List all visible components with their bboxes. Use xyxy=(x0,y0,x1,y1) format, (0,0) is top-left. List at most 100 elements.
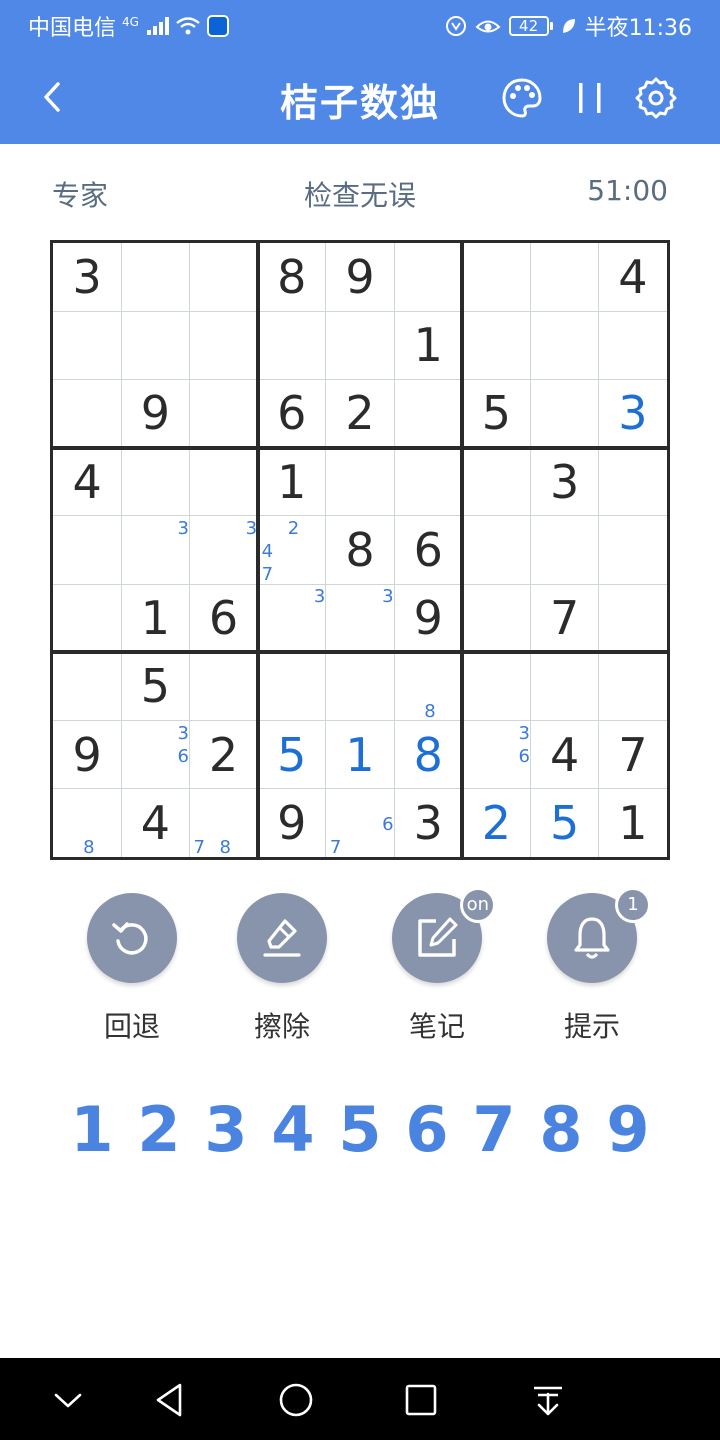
sudoku-cell-r6c2[interactable]: 1 xyxy=(121,584,189,652)
sudoku-cell-r9c3[interactable]: 78 xyxy=(189,789,257,857)
sudoku-cell-r9c1[interactable]: 8 xyxy=(53,789,121,857)
notes-circle[interactable]: on xyxy=(392,887,496,983)
sudoku-cell-r9c8[interactable]: 5 xyxy=(531,789,599,857)
sudoku-cell-r6c5[interactable]: 3 xyxy=(326,584,394,652)
sudoku-cell-r5c4[interactable]: 247 xyxy=(258,516,326,584)
sudoku-cell-r7c7[interactable] xyxy=(462,652,530,720)
sudoku-cell-r6c7[interactable] xyxy=(462,584,530,652)
number-key-7[interactable]: 7 xyxy=(464,1092,524,1168)
sudoku-cell-r3c7[interactable]: 5 xyxy=(462,379,530,447)
gear-icon[interactable] xyxy=(634,76,678,120)
nav-back-icon[interactable] xyxy=(150,1380,190,1420)
sudoku-cell-r4c7[interactable] xyxy=(462,448,530,516)
sudoku-cell-r1c9[interactable]: 4 xyxy=(599,243,667,311)
sudoku-cell-r5c2[interactable]: 3 xyxy=(121,516,189,584)
sudoku-cell-r1c7[interactable] xyxy=(462,243,530,311)
sudoku-cell-r1c8[interactable] xyxy=(531,243,599,311)
sudoku-cell-r1c3[interactable] xyxy=(189,243,257,311)
number-key-4[interactable]: 4 xyxy=(263,1092,323,1168)
hint-circle[interactable]: 1 xyxy=(547,887,651,983)
sudoku-cell-r6c3[interactable]: 6 xyxy=(189,584,257,652)
sudoku-cell-r4c4[interactable]: 1 xyxy=(258,448,326,516)
sudoku-cell-r9c6[interactable]: 3 xyxy=(394,789,462,857)
sudoku-cell-r6c4[interactable]: 3 xyxy=(258,584,326,652)
number-key-1[interactable]: 1 xyxy=(62,1092,122,1168)
number-key-6[interactable]: 6 xyxy=(397,1092,457,1168)
sudoku-cell-r1c5[interactable]: 9 xyxy=(326,243,394,311)
sudoku-cell-r1c1[interactable]: 3 xyxy=(53,243,121,311)
notification-pulldown-icon[interactable] xyxy=(528,1380,568,1420)
sudoku-cell-r3c5[interactable]: 2 xyxy=(326,379,394,447)
sudoku-cell-r1c4[interactable]: 8 xyxy=(258,243,326,311)
sudoku-cell-r7c1[interactable] xyxy=(53,652,121,720)
sudoku-cell-r7c6[interactable]: 8 xyxy=(394,652,462,720)
undo-circle[interactable] xyxy=(87,893,177,983)
sudoku-cell-r5c6[interactable]: 6 xyxy=(394,516,462,584)
sudoku-cell-r4c8[interactable]: 3 xyxy=(531,448,599,516)
undo-button[interactable]: 回退 xyxy=(82,893,182,1045)
sudoku-cell-r5c7[interactable] xyxy=(462,516,530,584)
sudoku-cell-r9c7[interactable]: 2 xyxy=(462,789,530,857)
sudoku-cell-r2c7[interactable] xyxy=(462,311,530,379)
sudoku-cell-r5c8[interactable] xyxy=(531,516,599,584)
chevron-down-icon[interactable] xyxy=(48,1380,88,1420)
sudoku-cell-r9c2[interactable]: 4 xyxy=(121,789,189,857)
sudoku-cell-r9c5[interactable]: 76 xyxy=(326,789,394,857)
nav-recents-icon[interactable] xyxy=(401,1380,441,1420)
sudoku-cell-r7c2[interactable]: 5 xyxy=(121,652,189,720)
sudoku-cell-r2c3[interactable] xyxy=(189,311,257,379)
sudoku-cell-r4c6[interactable] xyxy=(394,448,462,516)
sudoku-cell-r3c1[interactable] xyxy=(53,379,121,447)
sudoku-cell-r4c3[interactable] xyxy=(189,448,257,516)
sudoku-cell-r8c6[interactable]: 8 xyxy=(394,721,462,789)
sudoku-cell-r2c9[interactable] xyxy=(599,311,667,379)
pause-icon[interactable] xyxy=(570,78,610,118)
sudoku-cell-r8c2[interactable]: 36 xyxy=(121,721,189,789)
number-key-5[interactable]: 5 xyxy=(330,1092,390,1168)
hint-button[interactable]: 1 提示 xyxy=(542,887,651,1045)
sudoku-cell-r2c8[interactable] xyxy=(531,311,599,379)
sudoku-cell-r7c5[interactable] xyxy=(326,652,394,720)
sudoku-cell-r8c8[interactable]: 4 xyxy=(531,721,599,789)
sudoku-cell-r8c1[interactable]: 9 xyxy=(53,721,121,789)
sudoku-board[interactable]: 3894196253413332478616339758936251836478… xyxy=(50,240,670,860)
sudoku-cell-r3c9[interactable]: 3 xyxy=(599,379,667,447)
number-key-3[interactable]: 3 xyxy=(196,1092,256,1168)
sudoku-cell-r7c3[interactable] xyxy=(189,652,257,720)
sudoku-cell-r6c1[interactable] xyxy=(53,584,121,652)
sudoku-cell-r7c4[interactable] xyxy=(258,652,326,720)
sudoku-cell-r3c2[interactable]: 9 xyxy=(121,379,189,447)
sudoku-cell-r8c3[interactable]: 2 xyxy=(189,721,257,789)
palette-icon[interactable] xyxy=(500,76,544,120)
sudoku-cell-r2c1[interactable] xyxy=(53,311,121,379)
erase-circle[interactable] xyxy=(237,893,327,983)
sudoku-cell-r7c8[interactable] xyxy=(531,652,599,720)
nav-home-icon[interactable] xyxy=(276,1380,316,1420)
erase-button[interactable]: 擦除 xyxy=(232,893,332,1045)
sudoku-cell-r6c8[interactable]: 7 xyxy=(531,584,599,652)
sudoku-cell-r6c6[interactable]: 9 xyxy=(394,584,462,652)
sudoku-cell-r2c6[interactable]: 1 xyxy=(394,311,462,379)
sudoku-cell-r2c4[interactable] xyxy=(258,311,326,379)
sudoku-cell-r1c2[interactable] xyxy=(121,243,189,311)
sudoku-cell-r4c5[interactable] xyxy=(326,448,394,516)
sudoku-cell-r4c9[interactable] xyxy=(599,448,667,516)
sudoku-cell-r2c5[interactable] xyxy=(326,311,394,379)
number-key-8[interactable]: 8 xyxy=(531,1092,591,1168)
sudoku-cell-r5c9[interactable] xyxy=(599,516,667,584)
sudoku-cell-r2c2[interactable] xyxy=(121,311,189,379)
sudoku-cell-r3c8[interactable] xyxy=(531,379,599,447)
notes-button[interactable]: on 笔记 xyxy=(387,887,496,1045)
sudoku-cell-r7c9[interactable] xyxy=(599,652,667,720)
number-key-9[interactable]: 9 xyxy=(598,1092,658,1168)
sudoku-cell-r9c4[interactable]: 9 xyxy=(258,789,326,857)
sudoku-cell-r3c3[interactable] xyxy=(189,379,257,447)
sudoku-cell-r3c6[interactable] xyxy=(394,379,462,447)
sudoku-cell-r5c5[interactable]: 8 xyxy=(326,516,394,584)
sudoku-cell-r8c7[interactable]: 36 xyxy=(462,721,530,789)
sudoku-cell-r8c4[interactable]: 5 xyxy=(258,721,326,789)
sudoku-cell-r5c1[interactable] xyxy=(53,516,121,584)
sudoku-cell-r9c9[interactable]: 1 xyxy=(599,789,667,857)
sudoku-cell-r4c2[interactable] xyxy=(121,448,189,516)
sudoku-cell-r1c6[interactable] xyxy=(394,243,462,311)
